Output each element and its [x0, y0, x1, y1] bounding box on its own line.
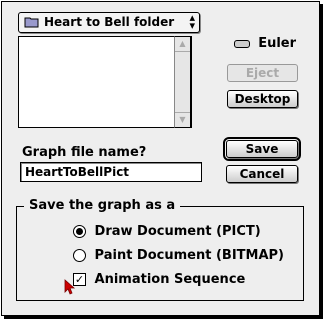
volume-label: Euler: [234, 36, 296, 51]
folder-icon: [24, 17, 39, 28]
option-draw-document[interactable]: Draw Document (PICT): [73, 224, 261, 239]
filename-label: Graph file name?: [22, 145, 147, 160]
mouse-pointer-icon: [64, 279, 76, 295]
save-as-title: Save the graph as a: [24, 198, 181, 213]
popup-arrows-icon: ▴ ▾: [189, 11, 195, 32]
scroll-up-arrow-icon[interactable]: ▲: [175, 37, 190, 52]
file-list-scrollbar[interactable]: ▲ ▼: [174, 36, 191, 128]
folder-popup-menu[interactable]: Heart to Bell folder ▴ ▾: [18, 12, 200, 33]
filename-input[interactable]: [20, 162, 202, 182]
save-button[interactable]: Save: [223, 137, 301, 161]
option-paint-document[interactable]: Paint Document (BITMAP): [73, 248, 284, 263]
eject-button[interactable]: Eject: [227, 64, 298, 82]
radio-selected-icon[interactable]: [73, 225, 86, 238]
desktop-button[interactable]: Desktop: [227, 90, 298, 108]
file-list[interactable]: [18, 36, 192, 128]
option-animation-sequence[interactable]: ✓ Animation Sequence: [73, 272, 245, 287]
disk-icon: [234, 39, 250, 48]
save-dialog: Heart to Bell folder ▴ ▾ ▲ ▼ Euler Eject …: [1, 1, 320, 316]
option-animation-sequence-label: Animation Sequence: [94, 272, 246, 287]
folder-popup-label: Heart to Bell folder: [44, 15, 175, 29]
cancel-button[interactable]: Cancel: [226, 165, 298, 183]
option-paint-document-label: Paint Document (BITMAP): [94, 248, 284, 263]
option-draw-document-label: Draw Document (PICT): [94, 224, 261, 239]
volume-name: Euler: [258, 36, 297, 51]
radio-unselected-icon[interactable]: [73, 249, 86, 262]
scroll-down-arrow-icon[interactable]: ▼: [175, 112, 190, 127]
